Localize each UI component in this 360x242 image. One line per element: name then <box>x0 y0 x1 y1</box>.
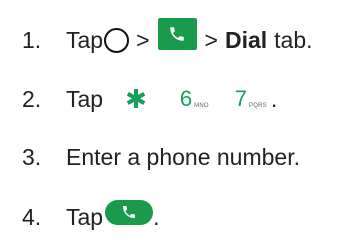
key-7: 7 PQRS <box>235 88 267 110</box>
star-key-icon: ✱ <box>125 84 147 114</box>
step-text: > <box>204 27 218 53</box>
dial-tab-label: Dial <box>224 27 268 53</box>
step-text: . <box>270 86 278 112</box>
step-text: Tap <box>66 27 104 53</box>
step-text: Enter a phone number. <box>66 144 300 170</box>
step-4: 4. Tap . <box>22 199 160 231</box>
step-text: tab. <box>274 27 313 53</box>
key-digit: 7 <box>234 86 247 111</box>
step-text: Tap <box>66 86 104 112</box>
key-letters: PQRS <box>249 103 267 109</box>
key-digit: 6 <box>179 86 193 111</box>
step-text: > <box>136 27 150 53</box>
step-text: . <box>153 204 160 230</box>
step-3: 3. Enter a phone number. <box>22 143 300 171</box>
key-letters: MNO <box>194 103 209 109</box>
step-number: 4. <box>22 204 42 230</box>
key-6: 6 MNO <box>180 88 209 110</box>
call-button-icon <box>105 199 154 225</box>
phone-app-icon <box>157 18 197 50</box>
step-1: 1. Tap > > Dial tab. <box>22 18 313 56</box>
step-text: Tap <box>66 204 104 230</box>
circle-icon <box>104 27 130 53</box>
step-number: 1. <box>22 27 42 53</box>
step-number: 2. <box>22 86 42 112</box>
step-number: 3. <box>22 144 42 170</box>
step-2: 2. Tap ✱ 6 MNO 7 PQRS . <box>22 85 277 113</box>
